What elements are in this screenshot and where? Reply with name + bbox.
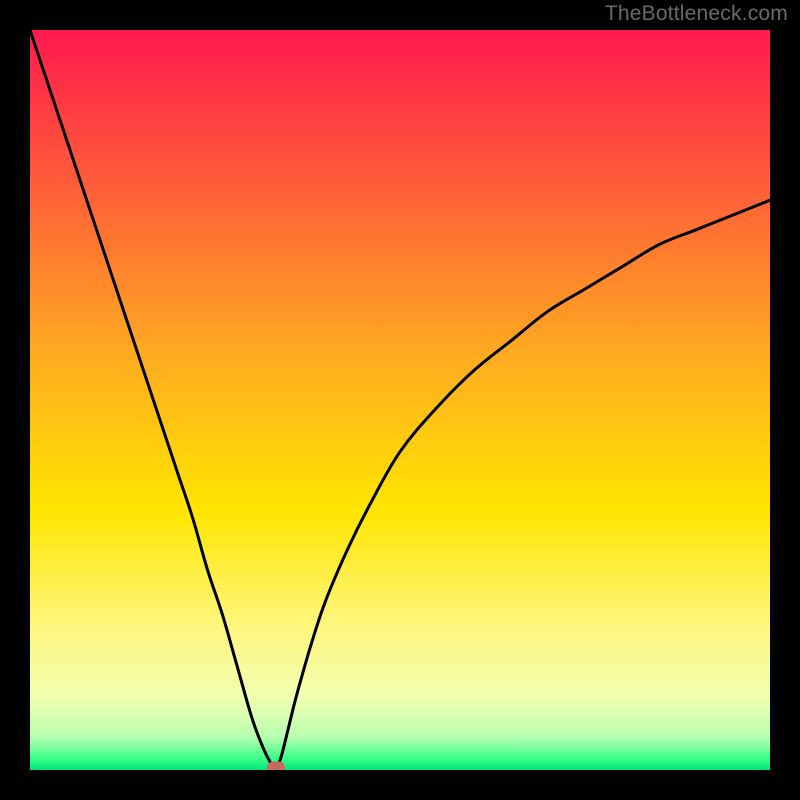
- plot-area: [30, 30, 770, 770]
- curve-left-branch: [30, 30, 276, 770]
- watermark-text: TheBottleneck.com: [605, 2, 788, 26]
- minimum-marker: [267, 761, 285, 770]
- curve-right-branch: [276, 200, 770, 770]
- chart-frame: TheBottleneck.com: [0, 0, 800, 800]
- curve-layer: [30, 30, 770, 770]
